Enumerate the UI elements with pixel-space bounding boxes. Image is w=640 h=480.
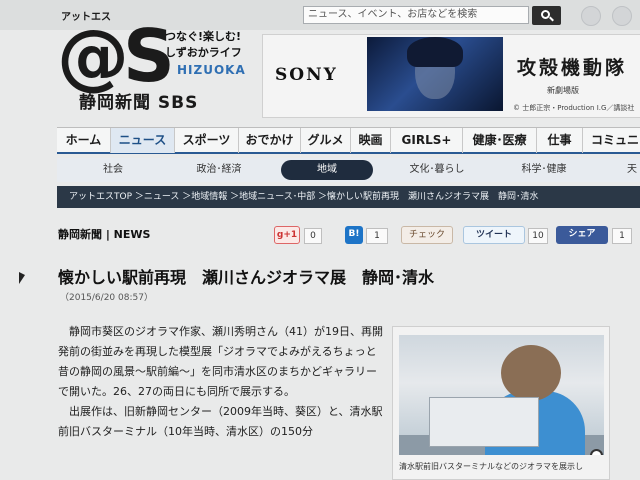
- banner-title: 攻殻機動隊: [517, 57, 628, 79]
- banner-brand: SONY: [275, 65, 338, 85]
- hatena-bookmark-button[interactable]: B!: [345, 226, 363, 244]
- banner-credit: © 士郎正宗・Production I.G／講談社: [513, 104, 635, 112]
- mixi-check-button[interactable]: チェック: [401, 226, 453, 244]
- nav-news[interactable]: ニュース: [111, 128, 175, 153]
- article-date: （2015/6/20 08:57）: [60, 293, 153, 303]
- nav-health[interactable]: 健康･医療: [463, 128, 537, 153]
- sub-nav: 社会 政治･経済 地域 文化･暮らし 科学･健康 天: [57, 158, 640, 182]
- nav-home[interactable]: ホーム: [57, 128, 111, 153]
- logo-mark: @S: [57, 14, 175, 98]
- ad-banner[interactable]: SONY 攻殻機動隊 新劇場版 © 士郎正宗・Production I.G／講談…: [262, 34, 640, 118]
- zoom-icon[interactable]: [590, 449, 603, 455]
- nav-movie[interactable]: 映画: [351, 128, 391, 153]
- search-icon-handle: [549, 16, 554, 22]
- nav-girls[interactable]: GIRLS+: [391, 128, 463, 153]
- site-logo[interactable]: アットエス @S つなぐ!楽しむ! しずおかライフ HIZUOKA 静岡新聞 S…: [57, 2, 247, 114]
- hatena-count: 1: [366, 228, 388, 244]
- subnav-politics[interactable]: 政治･経済: [181, 160, 257, 180]
- breadcrumb[interactable]: アットエスTOP ＞ニュース ＞地域情報 ＞地域ニュース･中部 ＞懐かしい駅前再…: [57, 186, 640, 208]
- subnav-region[interactable]: 地域: [281, 160, 373, 180]
- nav-community[interactable]: コミュニ: [583, 128, 640, 153]
- subnav-weather[interactable]: 天: [617, 160, 640, 180]
- photo-diorama: [429, 397, 539, 447]
- tweet-count: 10: [528, 228, 548, 244]
- nav-sports[interactable]: スポーツ: [175, 128, 239, 153]
- news-source: 静岡新聞 | NEWS: [58, 228, 151, 241]
- header-round-button-2[interactable]: [612, 6, 632, 26]
- nav-gourmet[interactable]: グルメ: [301, 128, 351, 153]
- logo-shizuoka: HIZUOKA: [177, 63, 246, 77]
- tweet-button[interactable]: ツイート: [463, 226, 525, 244]
- nav-odekake[interactable]: おでかけ: [239, 128, 301, 153]
- photo-caption: 清水駅前旧バスターミナルなどのジオラマを展示し: [399, 462, 583, 471]
- facebook-share-button[interactable]: シェア: [556, 226, 608, 244]
- article-paragraph-2: 出展作は、旧新静岡センター（2009年当時、葵区）と、清水駅前旧バスターミナル（…: [58, 405, 383, 438]
- gplus-count: 0: [304, 228, 322, 244]
- gplus-button[interactable]: g+1: [274, 226, 300, 244]
- nav-jobs[interactable]: 仕事: [537, 128, 583, 153]
- logo-newspaper-name: 静岡新聞 SBS: [79, 93, 199, 113]
- article-title: 懐かしい駅前再現 瀬川さんジオラマ展 静岡･清水: [58, 268, 435, 287]
- article-paragraph-1: 静岡市葵区のジオラマ作家、瀬川秀明さん（41）が19日、再開発前の街並みを再現し…: [58, 325, 383, 398]
- subnav-science[interactable]: 科学･健康: [509, 160, 579, 180]
- article-body: 静岡市葵区のジオラマ作家、瀬川秀明さん（41）が19日、再開発前の街並みを再現し…: [58, 322, 383, 442]
- main-nav: ホーム ニュース スポーツ おでかけ グルメ 映画 GIRLS+ 健康･医療 仕…: [57, 127, 640, 154]
- article-photo[interactable]: 清水駅前旧バスターミナルなどのジオラマを展示し: [392, 326, 610, 480]
- mouse-cursor-icon: [19, 272, 25, 284]
- subnav-culture[interactable]: 文化･暮らし: [397, 160, 477, 180]
- header-round-button-1[interactable]: [581, 6, 601, 26]
- subnav-society[interactable]: 社会: [91, 160, 135, 180]
- facebook-count: 1: [612, 228, 632, 244]
- search-button[interactable]: [532, 6, 561, 25]
- logo-tagline-1: つなぐ!楽しむ!: [165, 30, 242, 43]
- logo-tagline-2: しずおかライフ: [165, 46, 242, 59]
- banner-artwork: [367, 37, 503, 111]
- banner-hair: [407, 37, 463, 67]
- banner-subtitle: 新劇場版: [547, 86, 579, 95]
- photo-person-head: [501, 345, 561, 401]
- photo-image[interactable]: [399, 335, 604, 455]
- search-input[interactable]: ニュース、イベント、お店などを検索: [303, 6, 529, 24]
